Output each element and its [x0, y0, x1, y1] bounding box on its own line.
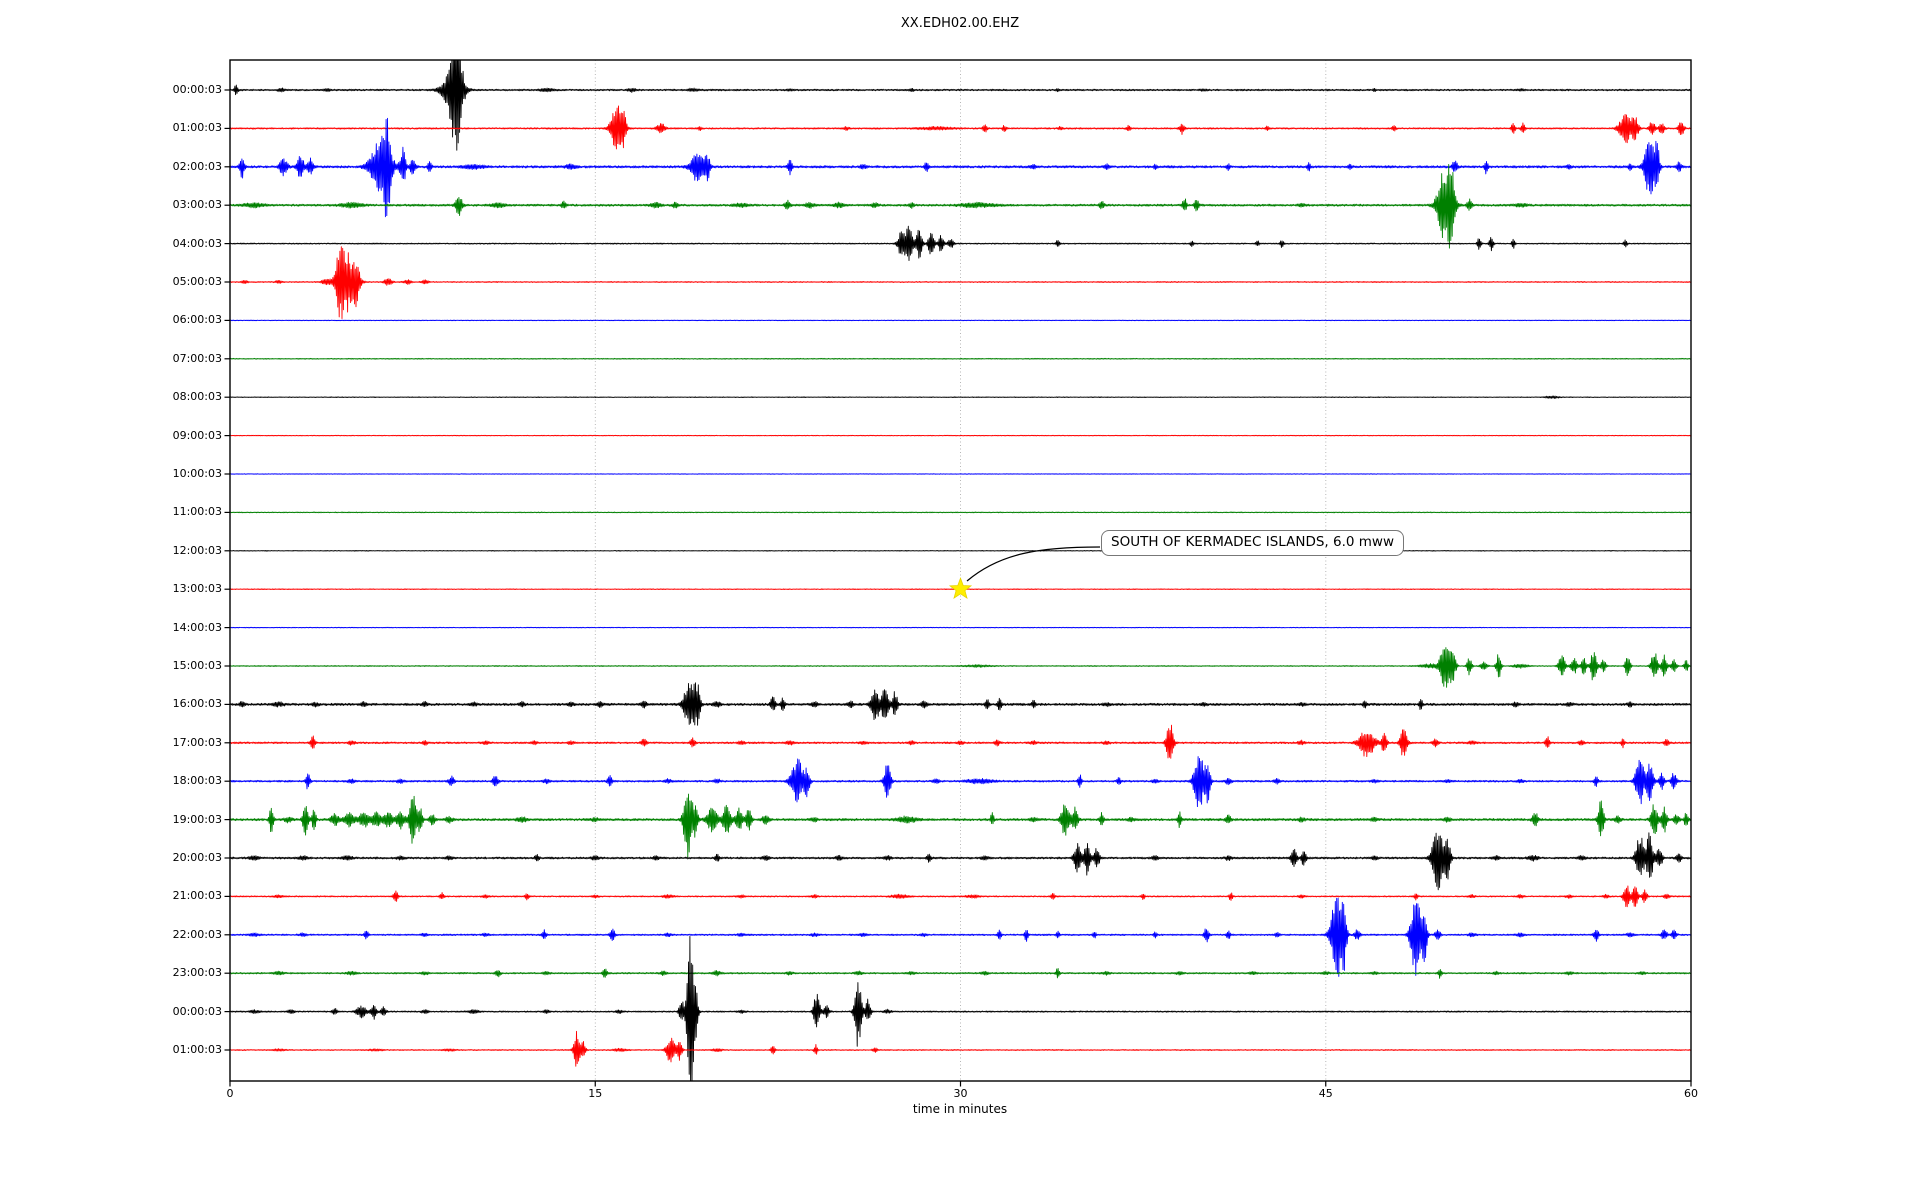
y-axis-label-15: 15:00:03	[172, 659, 222, 672]
event-annotation-box: SOUTH OF KERMADEC ISLANDS, 6.0 mww	[1101, 530, 1404, 556]
y-axis-label-7: 07:00:03	[172, 351, 222, 365]
trace-row-4	[230, 225, 1691, 261]
x-axis-title: time in minutes	[912, 1102, 1008, 1116]
trace-row-11	[230, 511, 1691, 514]
trace-row-19	[230, 793, 1691, 858]
x-tick-label: 30	[953, 1087, 968, 1100]
y-axis-label-20: 20:00:03	[172, 851, 222, 864]
x-tick-label: 60	[1684, 1087, 1698, 1100]
trace-row-9	[230, 434, 1691, 437]
y-axis-label-0: 00:00:03	[172, 83, 222, 96]
y-axis-label-1: 01:00:03	[172, 121, 222, 135]
trace-row-2	[230, 117, 1691, 218]
x-tick-label: 0	[226, 1087, 234, 1100]
y-axis-label-17: 17:00:03	[172, 735, 222, 749]
y-axis-label-19: 19:00:03	[172, 812, 222, 826]
y-axis-label-25: 01:00:03	[172, 1043, 222, 1056]
trace-row-15	[230, 647, 1691, 688]
y-axis-label-2: 02:00:03	[172, 159, 222, 173]
trace-row-12	[230, 550, 1691, 552]
page-title: XX.EDH02.00.EHZ	[900, 16, 1020, 31]
trace-row-13	[230, 588, 1691, 590]
trace-row-10	[230, 473, 1691, 475]
trace-row-6	[230, 319, 1691, 322]
trace-row-14	[230, 626, 1691, 629]
y-axis-label-22: 22:00:03	[172, 927, 222, 941]
y-axis-label-16: 16:00:03	[172, 697, 222, 711]
y-axis-label-18: 18:00:03	[172, 774, 222, 788]
y-axis-label-6: 06:00:03	[172, 313, 222, 327]
trace-row-5	[230, 246, 1691, 319]
y-axis-label-14: 14:00:03	[172, 620, 222, 634]
trace-row-22	[230, 897, 1691, 977]
trace-plot-area	[230, 60, 1691, 1081]
y-axis-label-5: 05:00:03	[172, 275, 222, 288]
y-axis-label-12: 12:00:03	[172, 543, 222, 557]
y-axis-label-13: 13:00:03	[172, 582, 222, 596]
x-tick-label: 15	[588, 1087, 603, 1100]
trace-row-7	[230, 357, 1691, 360]
y-axis-label-9: 09:00:03	[172, 428, 222, 442]
x-tick-label: 45	[1318, 1087, 1333, 1100]
y-axis-label-10: 10:00:03	[172, 467, 222, 480]
y-axis-label-24: 00:00:03	[172, 1004, 222, 1018]
y-axis-label-23: 23:00:03	[172, 966, 222, 980]
y-axis-label-11: 11:00:03	[172, 505, 222, 519]
y-axis-label-3: 03:00:03	[172, 198, 222, 212]
y-axis-label-4: 04:00:03	[172, 236, 222, 250]
trace-row-0	[230, 60, 1691, 151]
y-axis-label-21: 21:00:03	[172, 889, 222, 903]
seismogram-figure: XX.EDH02.00.EHZ 00:00:03 01:00:03 02:00:03…	[0, 0, 1920, 1200]
trace-row-23	[230, 968, 1691, 979]
y-axis-label-8: 08:00:03	[172, 390, 222, 404]
